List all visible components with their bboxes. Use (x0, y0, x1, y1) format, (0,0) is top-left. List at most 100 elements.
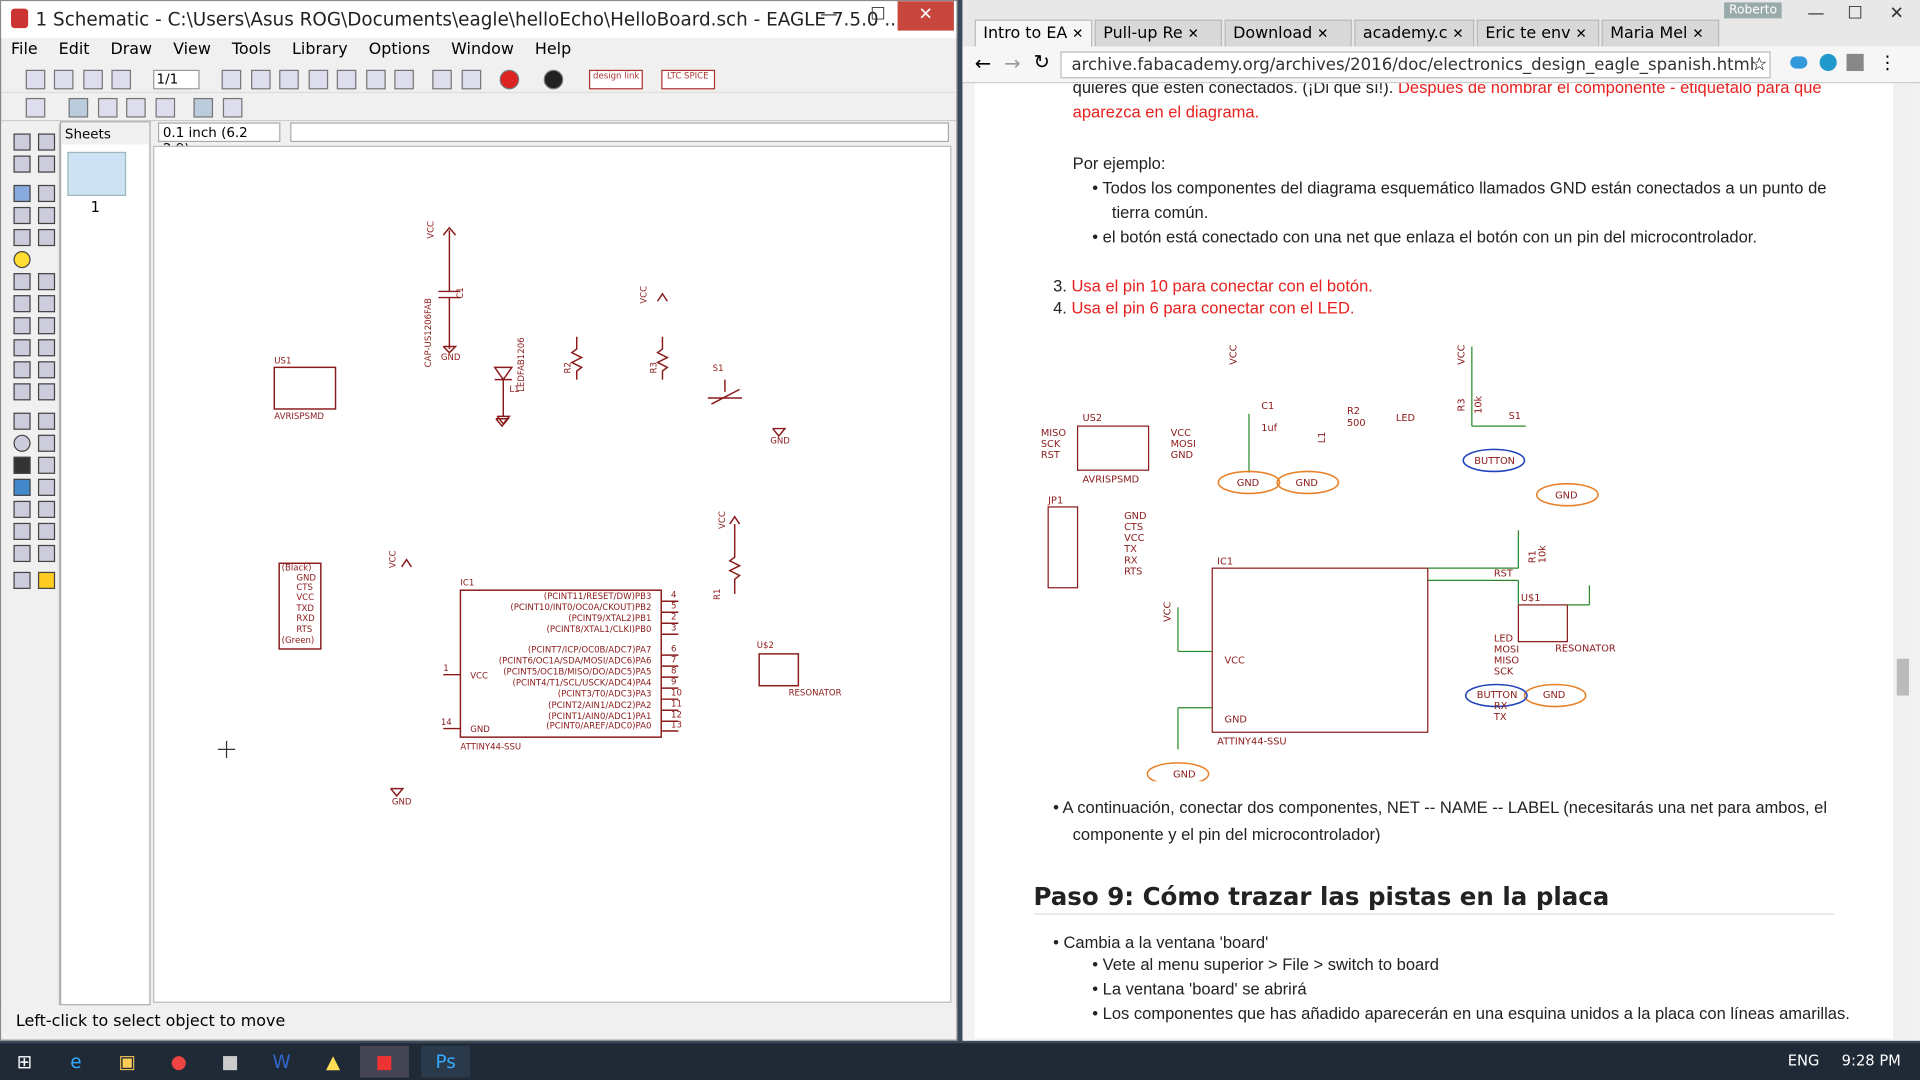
explorer-icon[interactable]: ▣ (103, 1046, 152, 1078)
layout-icon-2[interactable] (97, 97, 118, 118)
value-icon[interactable] (13, 339, 31, 357)
name-icon[interactable] (37, 317, 56, 335)
chrome-menu-icon[interactable]: ⋮ (1878, 51, 1896, 73)
resistor-r1-symbol[interactable] (728, 515, 742, 594)
vcc-symbol-3[interactable] (401, 558, 413, 568)
menu-library[interactable]: Library (292, 40, 348, 58)
info-icon[interactable] (13, 133, 31, 151)
gnd-symbol-1[interactable] (772, 427, 787, 438)
grid-icon[interactable] (25, 97, 46, 118)
page-scrollbar[interactable] (1893, 83, 1913, 1039)
polygon-icon[interactable] (37, 456, 56, 474)
ie-icon[interactable]: e (51, 1046, 100, 1078)
resonator-symbol[interactable] (758, 653, 800, 687)
frame-icon[interactable] (13, 544, 31, 563)
tab-pullup[interactable]: Pull-up Re ✕ (1094, 19, 1223, 47)
cloud-extension-icon[interactable] (1790, 56, 1808, 69)
menu-help[interactable]: Help (535, 40, 571, 58)
layout-icon-5[interactable] (193, 97, 214, 118)
switch-s1-symbol[interactable] (707, 379, 743, 405)
wire-icon[interactable] (13, 412, 31, 430)
zoom-out-icon[interactable] (336, 69, 357, 90)
rotate-icon[interactable] (37, 206, 56, 225)
invoke-icon[interactable] (13, 383, 31, 401)
module-icon[interactable] (37, 544, 56, 563)
browser-minimize-icon[interactable]: — (1795, 0, 1837, 27)
design-link-button[interactable]: design link (589, 69, 644, 90)
ltc-spice-button[interactable]: LTC SPICE (660, 69, 715, 90)
gateswap-icon[interactable] (13, 317, 31, 335)
schematic-canvas[interactable]: VCC GND C1 CAP-US1206FAB LEDFAB1206 L1 R2 R3 VCC… (153, 145, 952, 1003)
app-icon[interactable]: ■ (206, 1046, 255, 1078)
bus-icon[interactable] (13, 478, 31, 496)
photoshop-icon[interactable]: Ps (421, 1045, 471, 1078)
menu-draw[interactable]: Draw (110, 40, 152, 58)
print-icon[interactable] (83, 69, 103, 90)
show-icon[interactable] (37, 133, 56, 151)
command-input[interactable] (290, 122, 949, 143)
paste-icon[interactable] (13, 251, 31, 269)
scroll-thumb[interactable] (1896, 658, 1909, 696)
label-icon[interactable] (37, 500, 56, 518)
menu-file[interactable]: File (11, 40, 38, 58)
circle-icon[interactable] (13, 434, 31, 452)
optimize-icon[interactable] (37, 383, 56, 401)
rect-icon[interactable] (13, 456, 31, 474)
mark-icon[interactable] (37, 155, 56, 173)
clock[interactable]: 9:28 PM (1842, 1052, 1901, 1069)
tab-download[interactable]: Download ✕ (1224, 19, 1352, 47)
board-icon[interactable] (250, 69, 271, 90)
zoom-fit-icon[interactable] (279, 69, 299, 90)
menu-window[interactable]: Window (451, 40, 514, 58)
back-icon[interactable]: ← (975, 51, 991, 74)
pinswap-icon[interactable] (13, 295, 31, 313)
folder-icon[interactable]: ▲ (309, 1046, 358, 1078)
attribute-icon[interactable] (13, 522, 31, 541)
forward-icon[interactable]: → (1004, 51, 1020, 74)
move-icon[interactable] (13, 184, 31, 203)
schematic-drawing[interactable]: VCC GND C1 CAP-US1206FAB LEDFAB1206L1 R2 R3 VCC… (154, 147, 950, 1002)
language-indicator[interactable]: ENG (1788, 1052, 1820, 1069)
arc-icon[interactable] (37, 434, 56, 452)
help-icon[interactable] (543, 69, 564, 90)
dimension-icon[interactable] (37, 522, 56, 541)
vcc-symbol-2[interactable] (656, 292, 668, 302)
redo-icon[interactable] (461, 69, 482, 90)
eagle-taskbar-icon[interactable]: ■ (360, 1045, 409, 1078)
address-bar[interactable]: archive.fabacademy.org/archives/2016/doc… (1060, 51, 1771, 79)
layout-icon-1[interactable] (69, 97, 89, 118)
maximize-icon[interactable]: ☐ (853, 1, 902, 30)
split-icon[interactable] (37, 361, 56, 379)
word-icon[interactable]: W (257, 1046, 306, 1078)
zoom-select-icon[interactable] (394, 69, 414, 90)
layout-icon-6[interactable] (222, 97, 243, 118)
smash-icon[interactable] (37, 339, 56, 357)
chrome-user-badge[interactable]: Roberto (1724, 2, 1782, 19)
menu-edit[interactable]: Edit (59, 40, 90, 58)
copy-icon[interactable] (37, 184, 56, 203)
mirror-icon[interactable] (13, 206, 31, 225)
zoom-redraw-icon[interactable] (365, 69, 386, 90)
sheet-thumbnail[interactable] (67, 151, 127, 196)
text-icon[interactable] (37, 412, 56, 430)
gnd-symbol-3[interactable] (390, 787, 405, 798)
undo-icon[interactable] (432, 69, 453, 90)
reload-icon[interactable]: ↻ (1033, 50, 1049, 73)
browser-maximize-icon[interactable]: ☐ (1834, 0, 1876, 27)
tab-maria[interactable]: Maria Mel ✕ (1601, 19, 1720, 47)
menu-tools[interactable]: Tools (232, 40, 271, 58)
sheet-select[interactable]: 1/1 (152, 69, 200, 90)
avrisp-us1-symbol[interactable] (273, 366, 337, 410)
add-icon[interactable] (37, 273, 56, 291)
chrome-icon[interactable]: ● (154, 1046, 203, 1078)
junction-icon[interactable] (13, 500, 31, 518)
menu-options[interactable]: Options (369, 40, 430, 58)
menu-view[interactable]: View (173, 40, 211, 58)
open-icon[interactable] (25, 69, 46, 90)
erc-icon[interactable] (13, 571, 31, 589)
skype-extension-icon[interactable] (1819, 53, 1837, 72)
zoom-in-icon[interactable] (308, 69, 328, 90)
save-icon[interactable] (54, 69, 75, 90)
delete-icon[interactable] (13, 273, 31, 291)
minimize-icon[interactable]: — (804, 1, 853, 30)
